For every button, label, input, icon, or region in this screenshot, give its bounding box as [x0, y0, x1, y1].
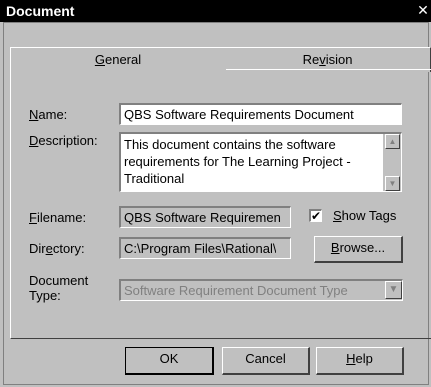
- ok-button[interactable]: OK: [125, 347, 214, 375]
- show-tags-checkbox[interactable]: ✔: [309, 209, 322, 222]
- name-field[interactable]: QBS Software Requirements Document: [119, 103, 402, 125]
- name-value: QBS Software Requirements Document: [124, 107, 354, 122]
- directory-label: Directory:: [29, 241, 85, 256]
- description-value: This document contains the software requ…: [124, 137, 351, 186]
- show-tags-label[interactable]: Show Tags: [333, 208, 396, 223]
- description-scrollbar[interactable]: ▲ ▼: [383, 134, 401, 191]
- cancel-button[interactable]: Cancel: [222, 347, 310, 375]
- document-type-label-line2: Type:: [29, 288, 61, 303]
- tab-strip: General Revision: [10, 47, 431, 72]
- document-type-value: Software Requirement Document Type: [124, 283, 348, 298]
- close-icon[interactable]: ✕: [415, 2, 431, 19]
- filename-label: Filename:: [29, 210, 87, 225]
- window-title: Document: [6, 3, 75, 19]
- description-label: Description:: [29, 133, 98, 148]
- scroll-down-arrow-icon[interactable]: ▼: [385, 176, 400, 191]
- title-bar: Document ✕: [0, 0, 431, 22]
- document-type-label: Document Type:: [29, 273, 88, 303]
- filename-value: QBS Software Requiremen: [124, 210, 281, 225]
- tab-revision-label: Revision: [302, 52, 353, 67]
- filename-field[interactable]: QBS Software Requiremen: [119, 206, 291, 228]
- directory-field[interactable]: C:\Program Files\Rational\: [119, 237, 291, 259]
- tab-general[interactable]: General: [10, 47, 226, 72]
- document-type-label-line1: Document: [29, 273, 89, 288]
- name-label: Name:: [29, 107, 68, 122]
- description-field[interactable]: This document contains the software requ…: [119, 132, 402, 192]
- tab-general-label: General: [94, 52, 142, 67]
- scroll-up-arrow-icon[interactable]: ▲: [385, 134, 400, 149]
- help-button[interactable]: Help: [316, 347, 404, 375]
- document-type-select[interactable]: Software Requirement Document Type ▼: [119, 279, 403, 301]
- chevron-down-icon[interactable]: ▼: [385, 281, 402, 299]
- browse-button[interactable]: Browse...: [314, 236, 403, 263]
- directory-value: C:\Program Files\Rational\: [124, 241, 277, 256]
